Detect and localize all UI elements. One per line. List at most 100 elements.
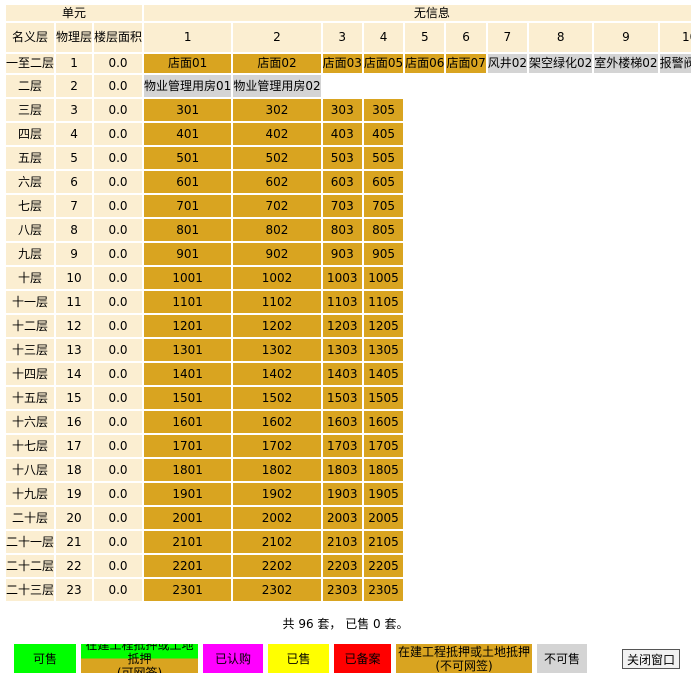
room-cell[interactable]: 602 <box>233 171 321 193</box>
room-cell[interactable]: 905 <box>363 243 404 265</box>
room-cell[interactable]: 1703 <box>322 435 362 457</box>
room-cell[interactable]: 1405 <box>363 363 404 385</box>
room-cell[interactable]: 1102 <box>233 291 321 313</box>
room-cell[interactable]: 室外楼梯02 <box>594 54 658 73</box>
room-cell[interactable]: 1705 <box>363 435 404 457</box>
floor-row: 十七层 17 0.0 1701 1702 1703 1705 <box>6 435 691 457</box>
room-cell[interactable]: 1901 <box>144 483 232 505</box>
room-cell[interactable]: 501 <box>144 147 232 169</box>
room-cell[interactable]: 801 <box>144 219 232 241</box>
room-cell[interactable]: 店面07 <box>446 54 486 73</box>
room-cell[interactable]: 1702 <box>233 435 321 457</box>
room-cell[interactable]: 物业管理用房01 <box>144 75 232 97</box>
room-cell[interactable]: 1303 <box>322 339 362 361</box>
room-cell[interactable]: 1503 <box>322 387 362 409</box>
room-cell[interactable]: 601 <box>144 171 232 193</box>
room-cell[interactable]: 2202 <box>233 555 321 577</box>
room-cell[interactable]: 902 <box>233 243 321 265</box>
room-cell[interactable]: 物业管理用房02 <box>233 75 321 97</box>
room-cell[interactable]: 1605 <box>363 411 404 433</box>
room-cell[interactable]: 405 <box>363 123 404 145</box>
room-cell[interactable]: 802 <box>233 219 321 241</box>
room-cell[interactable]: 605 <box>363 171 404 193</box>
room-cell[interactable]: 1603 <box>322 411 362 433</box>
room-cell[interactable]: 703 <box>322 195 362 217</box>
room-cell[interactable]: 903 <box>322 243 362 265</box>
room-cell[interactable]: 店面01 <box>144 54 232 73</box>
room-cell[interactable]: 2003 <box>322 507 362 529</box>
room-cell[interactable]: 1003 <box>322 267 362 289</box>
room-cell[interactable]: 2305 <box>363 579 404 601</box>
room-cell[interactable]: 1203 <box>322 315 362 337</box>
room-cell[interactable]: 1101 <box>144 291 232 313</box>
room-cell[interactable]: 805 <box>363 219 404 241</box>
room-cell[interactable]: 603 <box>322 171 362 193</box>
room-cell[interactable]: 503 <box>322 147 362 169</box>
room-cell[interactable]: 1903 <box>322 483 362 505</box>
room-cell[interactable]: 1401 <box>144 363 232 385</box>
room-cell[interactable]: 1205 <box>363 315 404 337</box>
room-cell[interactable]: 2103 <box>322 531 362 553</box>
room-cell[interactable]: 报警阀组间 <box>659 54 691 73</box>
floor-row: 六层 6 0.0 601 602 603 605 <box>6 171 691 193</box>
room-cell[interactable]: 402 <box>233 123 321 145</box>
room-cell[interactable]: 2002 <box>233 507 321 529</box>
room-cell[interactable]: 302 <box>233 99 321 121</box>
room-cell[interactable]: 1805 <box>363 459 404 481</box>
room-cell[interactable]: 2303 <box>322 579 362 601</box>
room-cell[interactable]: 2301 <box>144 579 232 601</box>
room-cell[interactable]: 2102 <box>233 531 321 553</box>
room-cell[interactable]: 1801 <box>144 459 232 481</box>
room-cell[interactable]: 505 <box>363 147 404 169</box>
room-cell[interactable]: 架空绿化02 <box>529 54 593 73</box>
room-cell[interactable]: 店面02 <box>233 54 321 73</box>
room-cell[interactable]: 2205 <box>363 555 404 577</box>
room-cell[interactable]: 2302 <box>233 579 321 601</box>
room-cell[interactable]: 1505 <box>363 387 404 409</box>
room-cell[interactable]: 1005 <box>363 267 404 289</box>
room-cell[interactable]: 2001 <box>144 507 232 529</box>
room-cell[interactable]: 1001 <box>144 267 232 289</box>
room-cell[interactable]: 2201 <box>144 555 232 577</box>
room-cell[interactable]: 502 <box>233 147 321 169</box>
room-cell[interactable]: 风井02 <box>487 54 528 73</box>
room-cell[interactable]: 店面05 <box>363 54 404 73</box>
room-cell[interactable]: 1002 <box>233 267 321 289</box>
room-cell[interactable]: 2005 <box>363 507 404 529</box>
room-cell[interactable]: 403 <box>322 123 362 145</box>
room-cell[interactable]: 303 <box>322 99 362 121</box>
room-cell[interactable]: 1402 <box>233 363 321 385</box>
room-cell[interactable]: 401 <box>144 123 232 145</box>
room-cell[interactable]: 803 <box>322 219 362 241</box>
room-cell[interactable]: 2101 <box>144 531 232 553</box>
room-cell[interactable]: 1202 <box>233 315 321 337</box>
room-cell[interactable]: 1103 <box>322 291 362 313</box>
room-cell[interactable]: 901 <box>144 243 232 265</box>
room-cell[interactable]: 店面06 <box>405 54 445 73</box>
room-cell[interactable]: 2105 <box>363 531 404 553</box>
room-cell[interactable]: 705 <box>363 195 404 217</box>
room-cell[interactable]: 1602 <box>233 411 321 433</box>
room-cell[interactable]: 1305 <box>363 339 404 361</box>
empty-cell <box>488 195 527 217</box>
room-cell[interactable]: 1902 <box>233 483 321 505</box>
room-cell[interactable]: 1701 <box>144 435 232 457</box>
room-cell[interactable]: 301 <box>144 99 232 121</box>
room-cell[interactable]: 1301 <box>144 339 232 361</box>
room-cell[interactable]: 1802 <box>233 459 321 481</box>
room-cell[interactable]: 2203 <box>322 555 362 577</box>
room-cell[interactable]: 1201 <box>144 315 232 337</box>
room-cell[interactable]: 1502 <box>233 387 321 409</box>
room-cell[interactable]: 1905 <box>363 483 404 505</box>
room-cell[interactable]: 702 <box>233 195 321 217</box>
close-window-button[interactable]: 关闭窗口 <box>622 649 680 669</box>
room-cell[interactable]: 1105 <box>363 291 404 313</box>
room-cell[interactable]: 1501 <box>144 387 232 409</box>
room-cell[interactable]: 1601 <box>144 411 232 433</box>
room-cell[interactable]: 店面03 <box>322 54 362 73</box>
room-cell[interactable]: 701 <box>144 195 232 217</box>
room-cell[interactable]: 1302 <box>233 339 321 361</box>
room-cell[interactable]: 1403 <box>322 363 362 385</box>
room-cell[interactable]: 1803 <box>322 459 362 481</box>
room-cell[interactable]: 305 <box>363 99 404 121</box>
